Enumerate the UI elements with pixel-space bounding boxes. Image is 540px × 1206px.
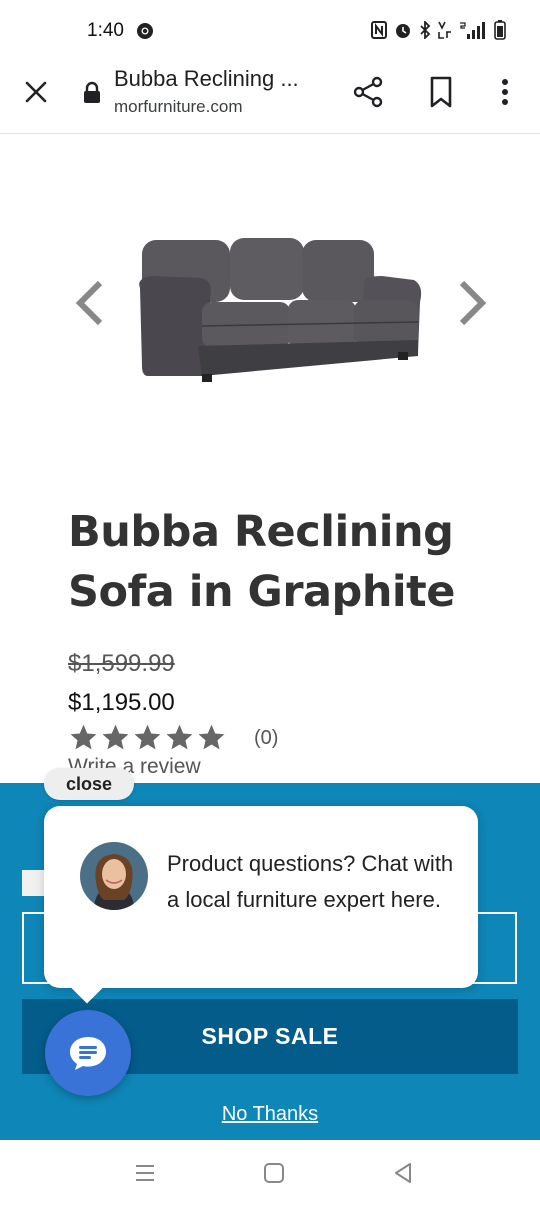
close-icon[interactable] [20,76,52,108]
chat-prompt-card[interactable]: Product questions? Chat with a local fur… [44,806,478,988]
chat-message: Product questions? Chat with a local fur… [167,851,454,912]
sofa-image[interactable] [132,226,428,390]
star-icon [102,724,129,750]
carousel-prev-icon[interactable] [70,278,110,328]
chat-close-button[interactable]: close [44,768,134,800]
browser-toolbar: Bubba Reclining ... morfurniture.com [0,62,540,134]
more-vert-icon[interactable] [495,74,515,110]
star-icon [166,724,193,750]
status-bar: 1:40 [0,0,540,62]
home-icon[interactable] [263,1162,285,1184]
share-icon[interactable] [350,74,386,110]
back-icon[interactable] [392,1161,414,1185]
5g-signal-icon [460,22,485,39]
chat-bubble-icon [70,1037,106,1070]
screen: 1:40 Bubba Reclining ... morfurniture.co… [0,0,540,1206]
recent-apps-icon[interactable] [134,1162,156,1184]
status-time: 1:40 [87,20,124,41]
lock-icon[interactable] [82,81,102,103]
alarm-icon [396,24,410,38]
bookmark-icon[interactable] [425,74,457,110]
nfc-icon [371,21,387,39]
agent-avatar [80,842,148,910]
review-count: (0) [254,727,279,749]
bluetooth-icon [420,21,431,39]
battery-icon [494,20,506,40]
carousel-next-icon[interactable] [452,278,492,328]
status-icons [371,20,506,40]
page-title[interactable]: Bubba Reclining ... [114,66,299,92]
system-nav-bar [0,1140,540,1206]
star-icon [198,724,225,750]
star-icon [70,724,97,750]
no-thanks-link[interactable]: No Thanks [0,1103,540,1126]
sale-price: $1,195.00 [68,689,175,716]
original-price: $1,599.99 [68,650,175,677]
chat-launcher-button[interactable] [45,1010,131,1096]
chrome-icon [137,23,153,39]
volte-icon [438,21,451,39]
product-title: Bubba Reclining Sofa in Graphite [68,507,455,617]
url-text[interactable]: morfurniture.com [114,97,242,117]
star-icon [134,724,161,750]
rating-stars[interactable] [68,722,227,753]
